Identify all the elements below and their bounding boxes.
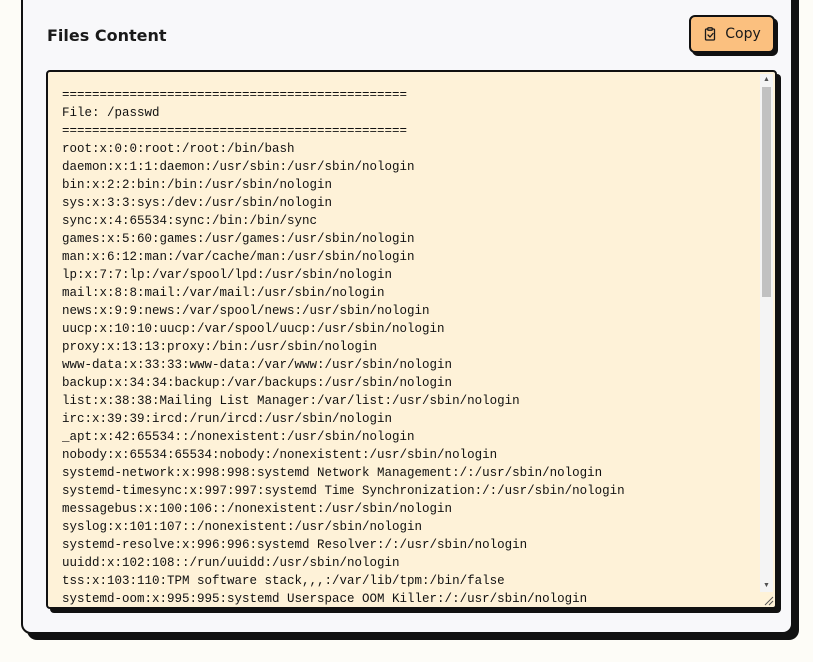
content-line: mail:x:8:8:mail:/var/mail:/usr/sbin/nolo… — [62, 286, 385, 300]
content-line: list:x:38:38:Mailing List Manager:/var/l… — [62, 394, 520, 408]
content-line: irc:x:39:39:ircd:/run/ircd:/usr/sbin/nol… — [62, 412, 393, 426]
content-line: messagebus:x:100:106::/nonexistent:/usr/… — [62, 502, 453, 516]
clipboard-icon — [703, 27, 717, 41]
content-line: uucp:x:10:10:uucp:/var/spool/uucp:/usr/s… — [62, 322, 445, 336]
content-line: tss:x:103:110:TPM software stack,,,:/var… — [62, 574, 505, 588]
content-line: news:x:9:9:news:/var/spool/news:/usr/sbi… — [62, 304, 430, 318]
content-line: ========================================… — [62, 124, 408, 138]
content-line: systemd-oom:x:995:995:systemd Userspace … — [62, 592, 588, 606]
copy-button-label: Copy — [725, 26, 761, 42]
content-line: backup:x:34:34:backup:/var/backups:/usr/… — [62, 376, 453, 390]
content-line: systemd-timesync:x:997:997:systemd Time … — [62, 484, 625, 498]
content-line: man:x:6:12:man:/var/cache/man:/usr/sbin/… — [62, 250, 415, 264]
files-content-panel: Files Content Copy =====================… — [21, 0, 793, 634]
content-line: sync:x:4:65534:sync:/bin:/bin/sync — [62, 214, 318, 228]
content-line: systemd-network:x:998:998:systemd Networ… — [62, 466, 603, 480]
content-line: _apt:x:42:65534::/nonexistent:/usr/sbin/… — [62, 430, 415, 444]
panel-title: Files Content — [47, 26, 167, 45]
content-line: bin:x:2:2:bin:/bin:/usr/sbin/nologin — [62, 178, 333, 192]
content-line: sys:x:3:3:sys:/dev:/usr/sbin/nologin — [62, 196, 333, 210]
files-content-textarea[interactable]: ========================================… — [46, 70, 777, 609]
content-line: proxy:x:13:13:proxy:/bin:/usr/sbin/nolog… — [62, 340, 378, 354]
content-line: syslog:x:101:107::/nonexistent:/usr/sbin… — [62, 520, 423, 534]
arrow-up-icon[interactable]: ▲ — [760, 74, 773, 86]
content-line: lp:x:7:7:lp:/var/spool/lpd:/usr/sbin/nol… — [62, 268, 393, 282]
vertical-scrollbar[interactable]: ▲ ▼ — [760, 74, 773, 592]
content-line: uuidd:x:102:108::/run/uuidd:/usr/sbin/no… — [62, 556, 400, 570]
content-line: root:x:0:0:root:/root:/bin/bash — [62, 142, 295, 156]
content-line: File: /passwd — [62, 106, 160, 120]
content-line: nobody:x:65534:65534:nobody:/nonexistent… — [62, 448, 498, 462]
content-line: ========================================… — [62, 88, 408, 102]
content-line: games:x:5:60:games:/usr/games:/usr/sbin/… — [62, 232, 415, 246]
file-content-text: ========================================… — [62, 86, 757, 607]
scroll-thumb[interactable] — [762, 87, 771, 297]
arrow-down-icon[interactable]: ▼ — [760, 580, 773, 592]
resize-grip-icon[interactable] — [762, 594, 774, 606]
content-line: www-data:x:33:33:www-data:/var/www:/usr/… — [62, 358, 453, 372]
content-line: daemon:x:1:1:daemon:/usr/sbin:/usr/sbin/… — [62, 160, 415, 174]
content-line: systemd-resolve:x:996:996:systemd Resolv… — [62, 538, 528, 552]
copy-button[interactable]: Copy — [689, 15, 775, 53]
